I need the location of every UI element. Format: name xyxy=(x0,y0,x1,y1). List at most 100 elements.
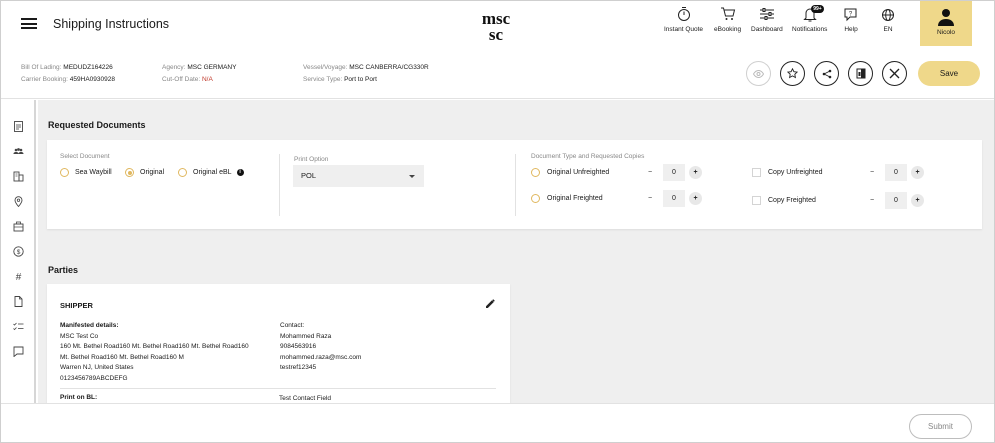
shipper-line: MSC Test Co xyxy=(60,332,99,340)
service-value: Port to Port xyxy=(344,76,377,83)
manifested-label: Manifested details: xyxy=(60,322,119,329)
people-icon[interactable] xyxy=(13,146,24,157)
shipper-line: Mt. Bethel Road160 Mt. Bethel Road160 M xyxy=(60,353,184,361)
checkbox-copy-unfreighted[interactable] xyxy=(752,168,761,177)
top-bar: Shipping Instructions msc sc Instant Quo… xyxy=(1,1,994,47)
increment-button[interactable]: + xyxy=(689,166,702,179)
comment-icon[interactable] xyxy=(13,346,24,357)
checkbox-original-freighted[interactable] xyxy=(531,194,540,203)
dollar-icon[interactable]: $ xyxy=(13,246,24,257)
globe-icon xyxy=(882,9,894,21)
user-name: Nicolo xyxy=(936,29,956,36)
vessel-info: Vessel/Voyage: MSC CANBERRA/CG330R Servi… xyxy=(303,62,429,86)
favorite-button[interactable] xyxy=(780,61,805,86)
contact-line: mohammed.raza@msc.com xyxy=(280,353,362,361)
agency-info: Agency: MSC GERMANY Cut-Off Date: N/A xyxy=(162,62,236,86)
view-button[interactable] xyxy=(746,61,771,86)
close-button[interactable] xyxy=(882,61,907,86)
hamburger-menu-icon[interactable] xyxy=(21,18,37,29)
decrement-button[interactable]: − xyxy=(867,169,877,176)
divider xyxy=(60,388,496,389)
sliders-icon xyxy=(759,8,774,20)
shipper-line: Warren NJ, United States xyxy=(60,364,134,371)
shipper-line: 160 Mt. Bethel Road160 Mt. Bethel Road16… xyxy=(60,343,249,350)
radio-sea-waybill[interactable]: Sea Waybill xyxy=(60,168,112,177)
briefcase-icon[interactable] xyxy=(13,221,24,232)
nav-label: eBooking xyxy=(714,26,742,33)
shipment-info-bar: Bill Of Lading: MEDUDZ164226 Carrier Boo… xyxy=(1,47,994,99)
vessel-label: Vessel/Voyage: xyxy=(303,64,348,71)
doc-type-original-unfreighted: Original Unfreighted xyxy=(531,168,609,177)
contact-line: Mohammed Raza xyxy=(280,332,332,340)
doc-type-label-text: Original Freighted xyxy=(547,195,603,202)
decrement-button[interactable]: − xyxy=(645,169,655,176)
nav-notifications[interactable]: 99+ Notifications xyxy=(792,5,827,33)
shipper-card: SHIPPER Manifested details: MSC Test Co … xyxy=(47,284,510,403)
radio-original-ebl[interactable]: Original eBL i xyxy=(178,168,244,177)
increment-button[interactable]: + xyxy=(911,166,924,179)
footer-bar: Submit xyxy=(1,403,994,442)
stopwatch-icon xyxy=(677,7,690,21)
print-on-bl: Print on BL: xyxy=(60,393,97,403)
copies-input[interactable]: 0 xyxy=(663,190,685,207)
checklist-icon[interactable] xyxy=(13,321,24,332)
location-icon[interactable] xyxy=(13,196,24,207)
main-content: Requested Documents Select Document Sea … xyxy=(38,100,994,403)
radio-label: Original eBL xyxy=(193,169,232,176)
increment-button[interactable]: + xyxy=(911,194,924,207)
document-icon[interactable] xyxy=(13,121,24,132)
nav-dashboard[interactable]: Dashboard xyxy=(751,6,783,33)
copies-input[interactable]: 0 xyxy=(885,192,907,209)
nav-label: Instant Quote xyxy=(664,26,704,33)
nav-label: Dashboard xyxy=(751,26,783,33)
nav-ebooking[interactable]: eBooking xyxy=(714,6,741,33)
checkbox-copy-freighted[interactable] xyxy=(752,196,761,205)
print-on-bl-label: Print on BL: xyxy=(60,394,98,401)
user-menu[interactable]: Nicolo xyxy=(920,1,972,46)
nav-language[interactable]: EN xyxy=(881,6,895,33)
save-button[interactable]: Save xyxy=(918,61,980,86)
copies-input[interactable]: 0 xyxy=(885,164,907,181)
decrement-button[interactable]: − xyxy=(867,197,877,204)
compare-button[interactable] xyxy=(848,61,873,86)
checkbox-original-unfreighted[interactable] xyxy=(531,168,540,177)
test-contact-field: Test Contact Field xyxy=(279,395,332,402)
increment-button[interactable]: + xyxy=(689,192,702,205)
close-icon xyxy=(889,68,900,79)
share-button[interactable] xyxy=(814,61,839,86)
doc-type-label-text: Copy Freighted xyxy=(768,197,816,204)
notifications-badge: 99+ xyxy=(811,5,824,13)
print-option-select[interactable]: POL xyxy=(293,165,424,187)
copies-input[interactable]: 0 xyxy=(663,164,685,181)
decrement-button[interactable]: − xyxy=(645,195,655,202)
print-option-label: Print Option xyxy=(294,156,329,163)
agency-label: Agency: xyxy=(162,64,186,71)
bl-value: MEDUDZ164226 xyxy=(63,64,113,71)
nav-instant-quote[interactable]: Instant Quote xyxy=(664,6,703,33)
select-document-label: Select Document xyxy=(60,153,110,160)
divider xyxy=(279,154,280,216)
cutoff-label: Cut-Off Date: xyxy=(162,76,201,83)
file-icon[interactable] xyxy=(13,296,24,307)
carrier-booking-value: 459HA0930928 xyxy=(69,76,115,83)
hash-icon[interactable]: # xyxy=(13,271,24,282)
contact-label: Contact: xyxy=(280,322,305,329)
manifested-details: Manifested details: MSC Test Co 160 Mt. … xyxy=(60,321,249,384)
pencil-edit-icon[interactable] xyxy=(485,298,496,309)
doc-type-label-text: Copy Unfreighted xyxy=(768,169,823,176)
side-rail: $ # xyxy=(1,100,36,403)
radio-original[interactable]: Original xyxy=(125,168,164,177)
requested-documents-title: Requested Documents xyxy=(48,120,146,130)
submit-button[interactable]: Submit xyxy=(909,414,972,439)
parties-title: Parties xyxy=(48,265,79,275)
print-option-value: POL xyxy=(301,171,317,180)
nav-help[interactable]: ? Help xyxy=(843,6,859,33)
share-icon xyxy=(822,69,831,78)
nav-label: EN xyxy=(883,26,893,33)
building-icon[interactable] xyxy=(13,171,24,182)
shipper-heading: SHIPPER xyxy=(60,301,93,310)
radio-indicator xyxy=(60,168,69,177)
star-icon xyxy=(787,68,798,79)
info-icon[interactable]: i xyxy=(236,169,244,176)
svg-text:sc: sc xyxy=(489,25,504,43)
